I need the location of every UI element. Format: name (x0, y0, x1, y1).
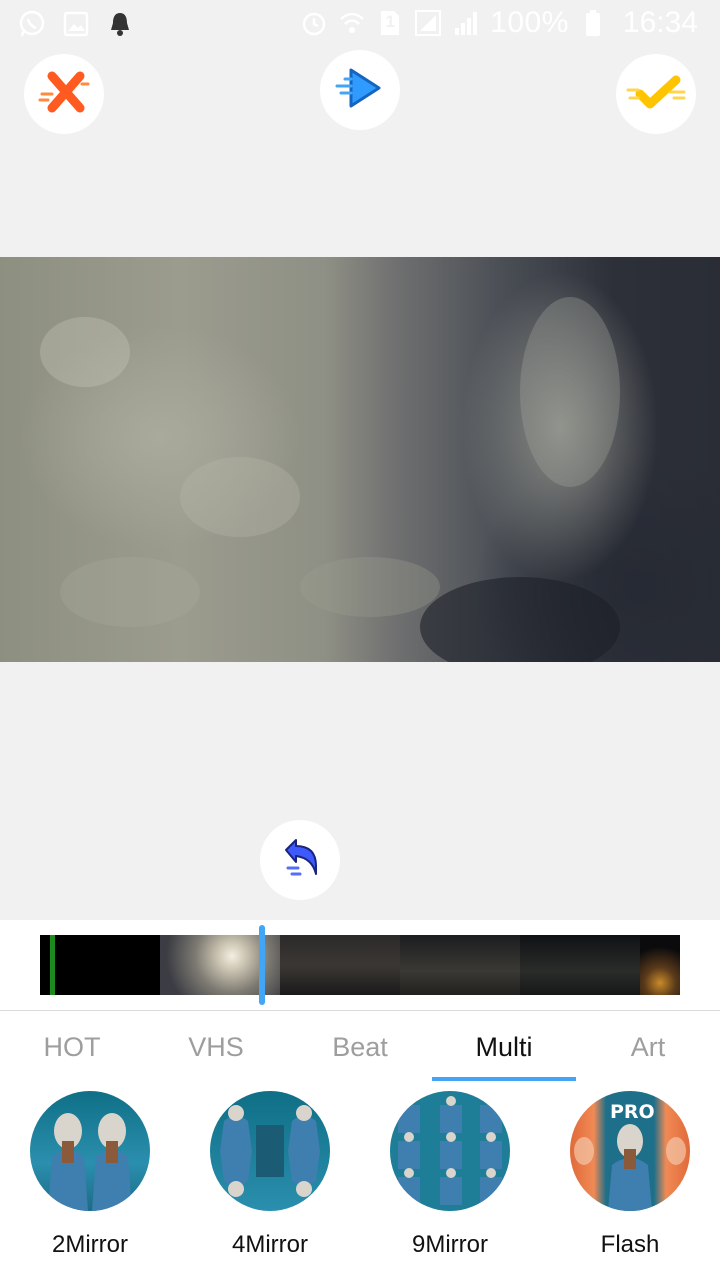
timeline-frame (40, 935, 160, 995)
timeline-frame (520, 935, 640, 995)
effect-thumbnail (390, 1091, 510, 1211)
status-bar: 1 100% 16:34 (0, 0, 720, 48)
alarm-icon (300, 9, 328, 37)
effect-9mirror[interactable]: 9Mirror (360, 1091, 540, 1276)
undo-icon (278, 836, 322, 885)
effect-label: 4Mirror (232, 1231, 308, 1258)
battery-icon (579, 9, 607, 37)
signal-icon (414, 9, 442, 37)
bell-icon (106, 10, 134, 38)
timeline-frame (280, 935, 400, 995)
sim-icon: 1 (376, 9, 404, 37)
tab-multi[interactable]: Multi (432, 1011, 576, 1081)
effect-2mirror[interactable]: 2Mirror (0, 1091, 180, 1276)
effects-list: 2Mirror 4Mirror 9Mirror PRO Flash (0, 1081, 720, 1280)
signal-icon (452, 9, 480, 37)
video-preview[interactable] (0, 257, 720, 662)
image-icon (62, 10, 90, 38)
effect-thumbnail (210, 1091, 330, 1211)
sim-slot-number: 1 (385, 12, 395, 31)
timeline-frame (400, 935, 520, 995)
effect-label: 9Mirror (412, 1231, 488, 1258)
check-icon (626, 72, 686, 117)
trim-start-marker[interactable] (50, 935, 55, 995)
effect-label: Flash (600, 1231, 660, 1258)
tab-vhs[interactable]: VHS (144, 1011, 288, 1081)
timeline-frame (640, 935, 680, 995)
effect-thumbnail: PRO (570, 1091, 690, 1211)
clock: 16:34 (622, 6, 698, 39)
timeline-frames (40, 935, 680, 995)
effect-4mirror[interactable]: 4Mirror (180, 1091, 360, 1276)
tab-beat[interactable]: Beat (288, 1011, 432, 1081)
whatsapp-icon (18, 10, 46, 38)
pro-badge: PRO (610, 1101, 655, 1123)
close-icon (38, 70, 90, 119)
cancel-button[interactable] (24, 54, 104, 134)
effect-thumbnail (30, 1091, 150, 1211)
timeline[interactable] (0, 920, 720, 1010)
confirm-button[interactable] (616, 54, 696, 134)
effect-flash[interactable]: PRO Flash (540, 1091, 720, 1276)
battery-percent: 100% (490, 6, 569, 39)
play-icon (335, 66, 385, 115)
wifi-icon (338, 9, 366, 37)
play-button[interactable] (320, 50, 400, 130)
tab-hot[interactable]: HOT (0, 1011, 144, 1081)
undo-button[interactable] (260, 820, 340, 900)
effect-label: 2Mirror (52, 1231, 128, 1258)
playhead[interactable] (259, 925, 265, 1005)
effect-category-tabs: HOT VHS Beat Multi Art (0, 1011, 720, 1081)
tab-art[interactable]: Art (576, 1011, 720, 1081)
